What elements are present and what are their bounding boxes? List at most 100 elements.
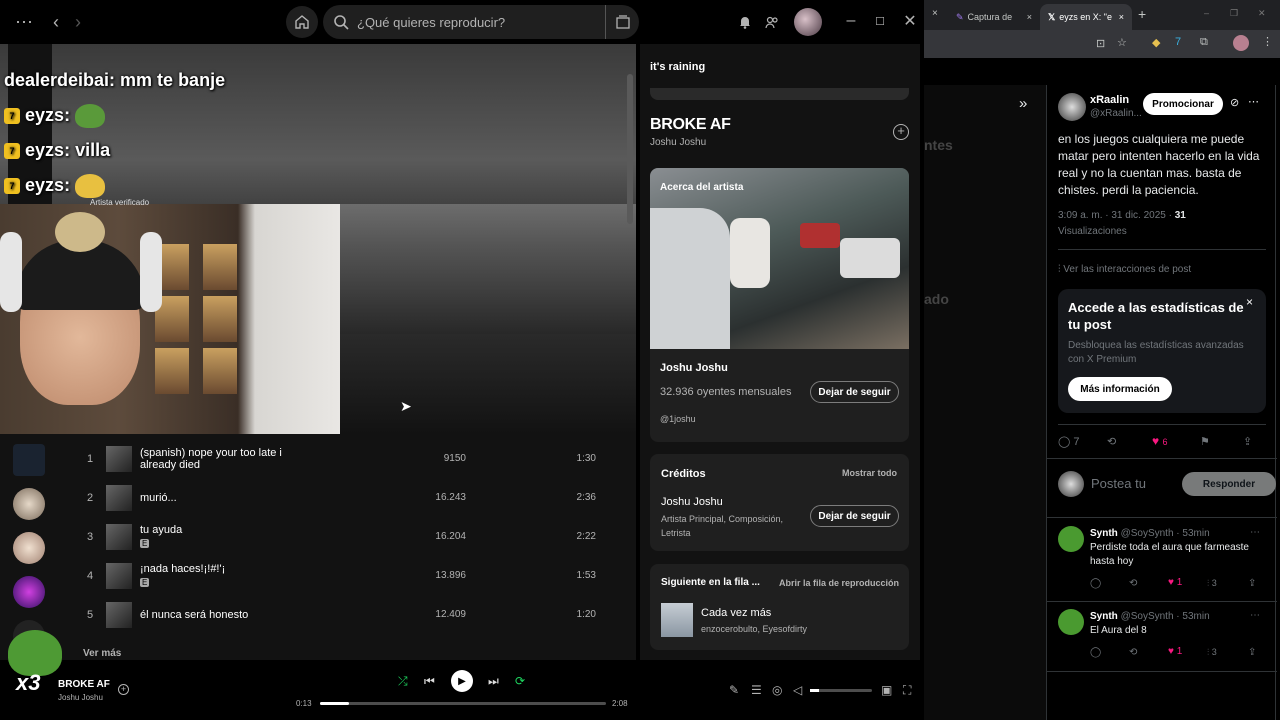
miniplayer-icon[interactable]: ▣	[881, 683, 892, 697]
restore-icon[interactable]: ❐	[1230, 8, 1238, 19]
library-item[interactable]	[13, 488, 45, 520]
track-title[interactable]: (spanish) nope your too late i already d…	[140, 447, 316, 471]
tab-close-icon[interactable]: ×	[1119, 12, 1124, 22]
close-icon[interactable]: ×	[1246, 295, 1253, 309]
library-item[interactable]	[13, 444, 45, 476]
search-input[interactable]: ¿Qué quieres reproducir?	[357, 15, 605, 30]
install-icon[interactable]: ⊡	[1096, 37, 1105, 50]
track-row[interactable]: 4 ¡nada haces!¡!#!'¡ E 13.896 1:53	[76, 556, 596, 595]
search-bar[interactable]: ¿Qué quieres reproducir?	[323, 5, 639, 39]
address-bar[interactable]: ⊡ ☆ ◆ 7 ⧉ ⋮	[924, 30, 1280, 58]
share-icon[interactable]: ⇪	[1248, 647, 1256, 658]
share-icon[interactable]: ⇪	[1248, 578, 1256, 589]
track-row[interactable]: 2 murió... 16.243 2:36	[76, 478, 596, 517]
show-all-link[interactable]: Mostrar todo	[842, 468, 897, 478]
credit-unfollow-button[interactable]: Dejar de seguir	[810, 505, 899, 527]
lyrics-icon[interactable]: ✎	[729, 683, 739, 697]
track-row[interactable]: 3 tu ayuda E 16.204 2:22	[76, 517, 596, 556]
close-icon[interactable]: ✕	[1258, 8, 1266, 19]
tweet-handle[interactable]: @xRaalin...	[1090, 108, 1142, 119]
next-artists[interactable]: enzocerobulto, Eyesofdirty	[701, 624, 807, 634]
reply-icon[interactable]: ◯	[1090, 647, 1101, 658]
profile-avatar[interactable]	[1233, 35, 1249, 51]
unfollow-button[interactable]: Dejar de seguir	[810, 381, 899, 403]
reply-input[interactable]: Postea tu	[1091, 476, 1146, 491]
next-song[interactable]: Cada vez más	[701, 607, 771, 619]
song-artist[interactable]: Joshu Joshu	[650, 137, 706, 148]
extension-icon[interactable]: 7	[1175, 36, 1181, 48]
reply-button[interactable]: Responder	[1182, 472, 1276, 496]
menu-icon[interactable]: ⋮	[1262, 35, 1273, 48]
forward-icon[interactable]: ›	[70, 12, 86, 32]
views-count[interactable]: ⫶ 3	[1207, 647, 1217, 658]
share-icon[interactable]: ⇪	[1243, 435, 1252, 448]
player-song-title[interactable]: BROKE AF	[58, 679, 110, 690]
maximize-icon[interactable]: ☐	[873, 14, 887, 28]
progress-bar[interactable]	[320, 702, 606, 705]
play-button[interactable]: ▶	[451, 670, 473, 692]
like-count[interactable]: ♥ 6	[1152, 434, 1167, 448]
library-item[interactable]	[13, 532, 45, 564]
artist-name[interactable]: Joshu Joshu	[660, 362, 728, 374]
queue-icon[interactable]: ☰	[751, 683, 762, 697]
repeat-icon[interactable]: ⟳	[515, 674, 525, 688]
add-to-library-icon[interactable]: +	[893, 124, 909, 140]
scrollbar[interactable]	[627, 74, 633, 224]
post-interactions-link[interactable]: ⫶ Ver las interacciones de post	[1058, 264, 1191, 275]
about-artist-card[interactable]: Acerca del artista Joshu Joshu 32.936 oy…	[650, 168, 909, 442]
home-button[interactable]	[286, 6, 318, 38]
retweet-icon[interactable]: ⟲	[1129, 578, 1137, 589]
more-info-button[interactable]: Más información	[1068, 377, 1172, 401]
track-title[interactable]: él nunca será honesto	[140, 609, 316, 621]
playlist-title[interactable]: it's raining	[650, 61, 705, 73]
extensions-puzzle-icon[interactable]: ⧉	[1200, 36, 1208, 49]
reply-count[interactable]: ◯ 7	[1058, 435, 1080, 448]
bell-icon[interactable]	[737, 14, 753, 30]
close-icon[interactable]: ✕	[903, 13, 917, 30]
bookmark-icon[interactable]: ⚑	[1200, 435, 1210, 448]
track-title[interactable]: ¡nada haces!¡!#!'¡	[140, 563, 316, 575]
avatar[interactable]	[1058, 609, 1084, 635]
more-icon[interactable]: ⋯	[1250, 527, 1260, 538]
avatar[interactable]	[1058, 93, 1086, 121]
volume-icon[interactable]: ◁	[793, 683, 802, 697]
more-icon[interactable]: ⋯	[1250, 610, 1260, 621]
extension-icon[interactable]: ◆	[1152, 36, 1160, 49]
like-count[interactable]: ♥ 1	[1168, 646, 1182, 657]
retweet-icon[interactable]: ⟲	[1107, 435, 1116, 448]
add-icon[interactable]: +	[118, 684, 129, 695]
tweet-author[interactable]: xRaalin	[1090, 94, 1129, 106]
track-title[interactable]: tu ayuda	[140, 524, 316, 536]
avatar[interactable]	[794, 8, 822, 36]
library-item[interactable]	[13, 576, 45, 608]
player-artist[interactable]: Joshu Joshu	[58, 693, 103, 702]
tab-close-icon[interactable]: ×	[1027, 12, 1032, 22]
promote-button[interactable]: Promocionar	[1143, 93, 1223, 115]
see-more-link[interactable]: Ver más	[83, 648, 121, 659]
views-count[interactable]: ⫶ 3	[1207, 578, 1217, 589]
track-row[interactable]: 1 (spanish) nope your too late i already…	[76, 439, 596, 478]
browse-icon[interactable]	[605, 5, 639, 39]
tab-x[interactable]: 𝕏 eyzs en X: "e ×	[1040, 4, 1132, 30]
artist-handle[interactable]: @1joshu	[660, 414, 696, 424]
fullscreen-icon[interactable]: ⛶	[903, 683, 911, 698]
more-icon[interactable]: ⋯	[1248, 95, 1259, 108]
new-tab-icon[interactable]: +	[1138, 6, 1146, 22]
minimize-icon[interactable]: –	[844, 12, 858, 29]
minimize-icon[interactable]: –	[1204, 8, 1209, 18]
collapse-icon[interactable]: »	[1019, 95, 1027, 112]
track-row[interactable]: 5 él nunca será honesto 12.409 1:20	[76, 595, 596, 634]
next-icon[interactable]: ⏭	[488, 674, 499, 689]
bookmark-star-icon[interactable]: ☆	[1117, 36, 1127, 49]
tab-close-icon[interactable]: ×	[932, 8, 938, 19]
device-icon[interactable]: ◎	[772, 683, 782, 697]
reply-icon[interactable]: ◯	[1090, 578, 1101, 589]
friends-activity-icon[interactable]	[764, 14, 780, 30]
grok-icon[interactable]: ⊘	[1230, 96, 1239, 109]
track-title[interactable]: murió...	[140, 492, 316, 504]
avatar[interactable]	[1058, 526, 1084, 552]
back-icon[interactable]: ‹	[48, 12, 64, 32]
open-queue-link[interactable]: Abrir la fila de reproducción	[779, 578, 899, 588]
shuffle-icon[interactable]: ⤮	[398, 674, 408, 689]
retweet-icon[interactable]: ⟲	[1129, 647, 1137, 658]
